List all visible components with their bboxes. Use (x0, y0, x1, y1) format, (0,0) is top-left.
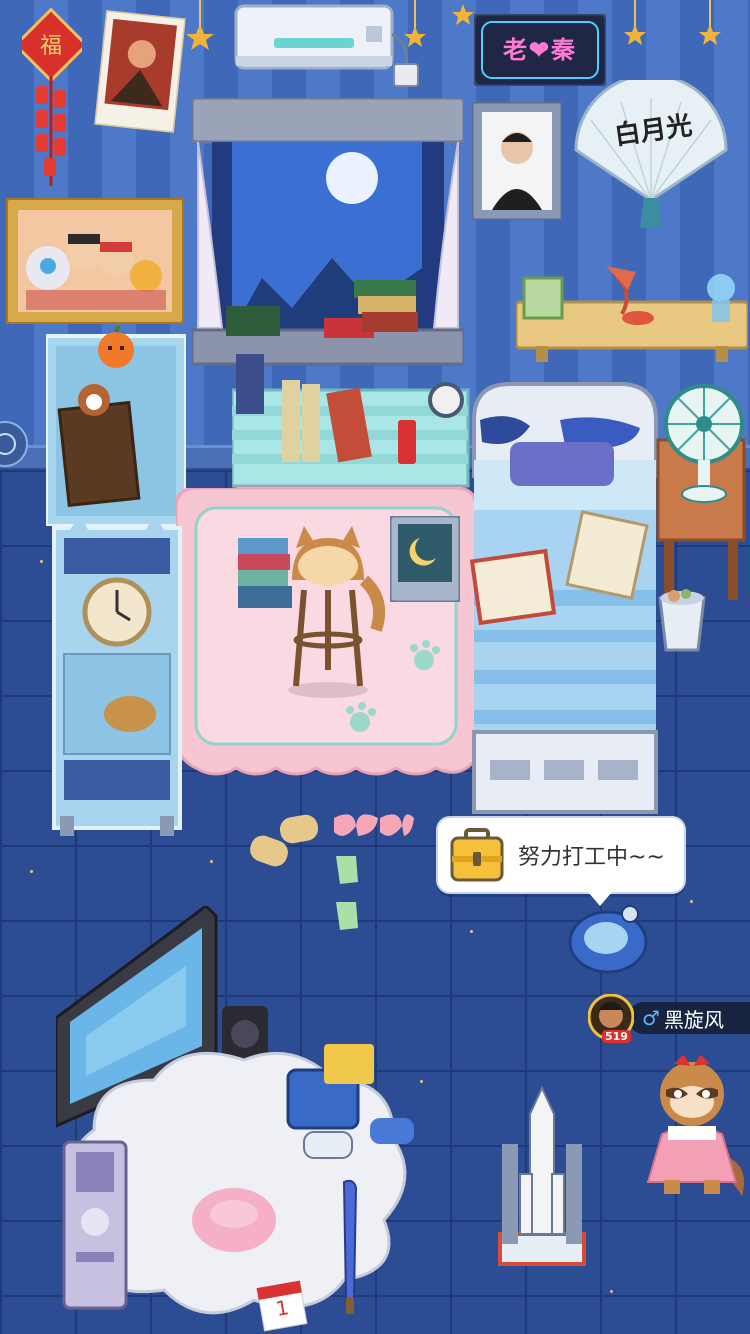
player-name-bar: ♂ 黑旋风 (628, 1002, 750, 1034)
male-icon: ♂ (642, 1006, 660, 1030)
rocket-model[interactable] (496, 1084, 588, 1270)
portrait-frame[interactable] (472, 102, 562, 220)
wardrobe[interactable] (50, 520, 184, 840)
status-bubble[interactable]: 努力打工中~~ (436, 816, 686, 906)
status-bubble-text: 努力打工中~~ (518, 845, 665, 870)
hanging-stars (180, 0, 220, 50)
calendar-page[interactable]: 1 (256, 1280, 308, 1332)
window[interactable] (192, 98, 464, 366)
wall-cabinet[interactable] (46, 326, 186, 526)
book-stack[interactable] (238, 538, 294, 610)
pc-tower[interactable] (60, 1122, 130, 1312)
game-console[interactable] (284, 1040, 424, 1170)
floor-star (210, 860, 213, 863)
raccoon-character[interactable] (632, 1056, 750, 1206)
side-table[interactable] (654, 380, 750, 610)
bed[interactable] (470, 380, 660, 816)
trash-bin[interactable] (656, 586, 708, 654)
svg-text:福: 福 (40, 34, 62, 59)
firecracker-ornament[interactable]: 福 (22, 6, 82, 191)
player-level-badge: 519 (602, 1030, 631, 1043)
wall-shelf[interactable] (516, 262, 748, 362)
night-cabinet[interactable] (390, 516, 460, 602)
player-name: 黑旋风 (663, 1007, 724, 1032)
neon-sign-text: 老❤秦 (502, 35, 578, 64)
room-scene: 福 老❤秦 白月光 努力打工中~~ ♂ 黑旋风 519 1 (0, 0, 750, 1334)
floor-star (30, 870, 33, 873)
player-tag[interactable]: ♂ 黑旋风 519 (588, 994, 750, 1044)
baseball-bat[interactable] (336, 1178, 366, 1318)
briefcase-icon (450, 828, 504, 882)
floor-star (690, 900, 693, 903)
robot-vacuum[interactable] (566, 900, 650, 980)
compass-icon (0, 421, 28, 467)
hanging-stars (620, 0, 730, 50)
framed-picture[interactable] (6, 198, 184, 324)
stool[interactable] (282, 520, 392, 700)
floor-star (40, 560, 43, 563)
wall-photo[interactable] (94, 10, 186, 133)
floor-star (610, 1290, 613, 1293)
side-menu-button[interactable] (0, 416, 28, 472)
hand-fan[interactable]: 白月光 (566, 80, 736, 230)
floor-star (470, 930, 473, 933)
air-conditioner[interactable] (234, 4, 424, 89)
neon-sign[interactable]: 老❤秦 (474, 14, 606, 86)
